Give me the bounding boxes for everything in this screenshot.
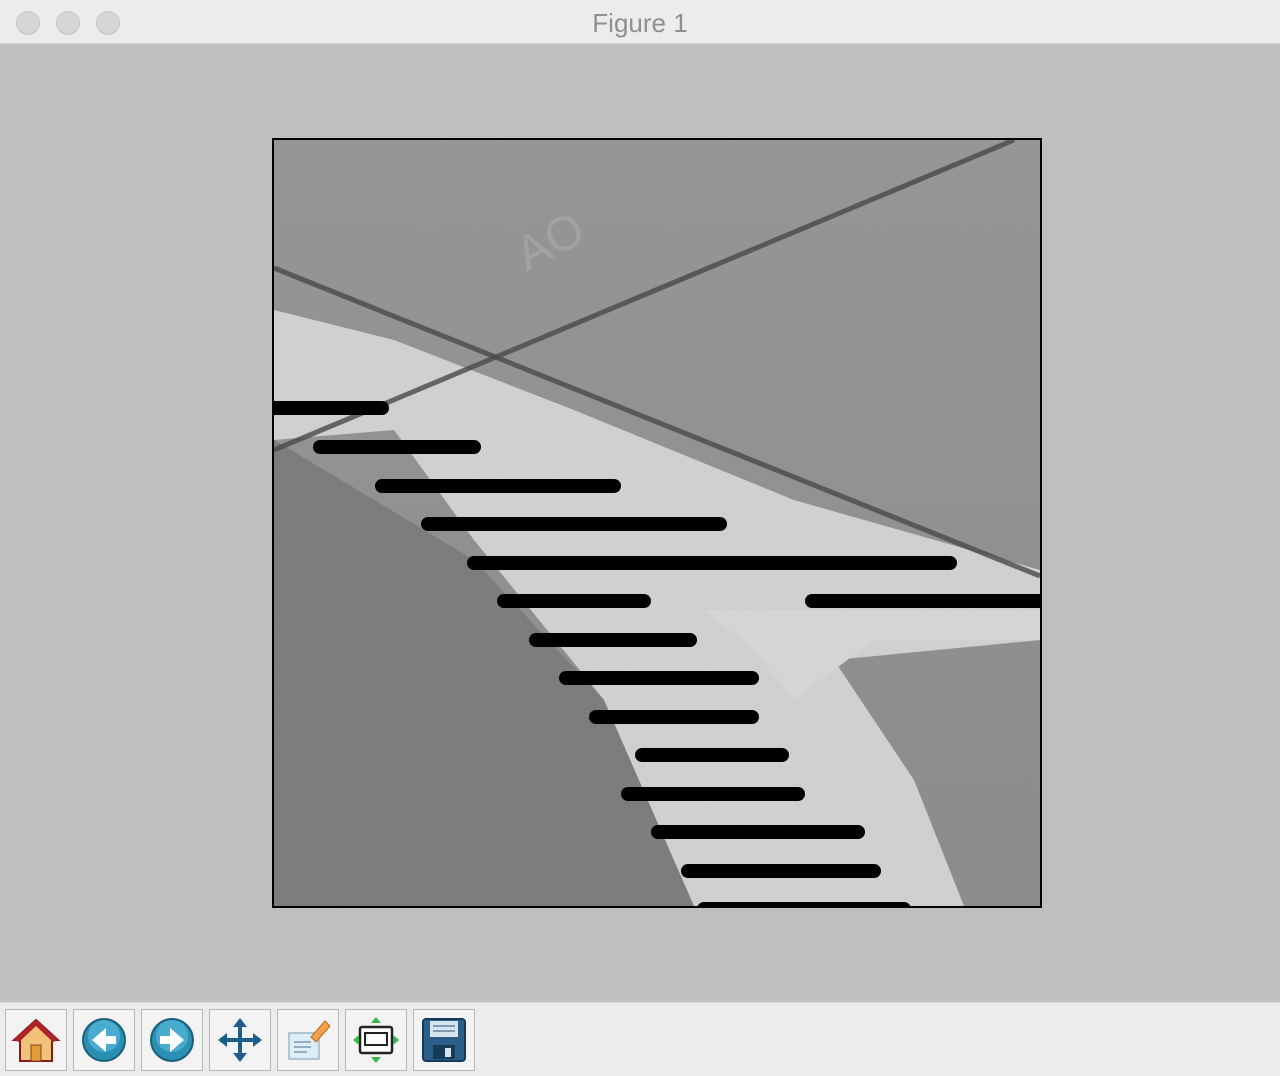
zoom-rect-icon: [288, 1020, 331, 1060]
home-icon: [11, 1018, 61, 1062]
figure-canvas[interactable]: AO: [0, 44, 1280, 1002]
figure-window: Figure 1 AO: [0, 0, 1280, 1076]
subplots-button[interactable]: [345, 1009, 407, 1071]
image-axes[interactable]: AO: [272, 138, 1042, 908]
grayscale-road-image: AO: [274, 140, 1040, 906]
subplot-config-icon: [353, 1017, 399, 1063]
forward-button[interactable]: [141, 1009, 203, 1071]
back-button[interactable]: [73, 1009, 135, 1071]
zoom-button[interactable]: [277, 1009, 339, 1071]
save-button[interactable]: [413, 1009, 475, 1071]
home-button[interactable]: [5, 1009, 67, 1071]
title-bar: Figure 1: [0, 0, 1280, 44]
forward-arrow-icon: [150, 1018, 194, 1062]
back-arrow-icon: [82, 1018, 126, 1062]
move-arrows-icon: [218, 1018, 262, 1062]
pan-button[interactable]: [209, 1009, 271, 1071]
floppy-disk-icon: [422, 1018, 466, 1062]
navigation-toolbar: [0, 1002, 1280, 1076]
window-title: Figure 1: [592, 8, 688, 38]
